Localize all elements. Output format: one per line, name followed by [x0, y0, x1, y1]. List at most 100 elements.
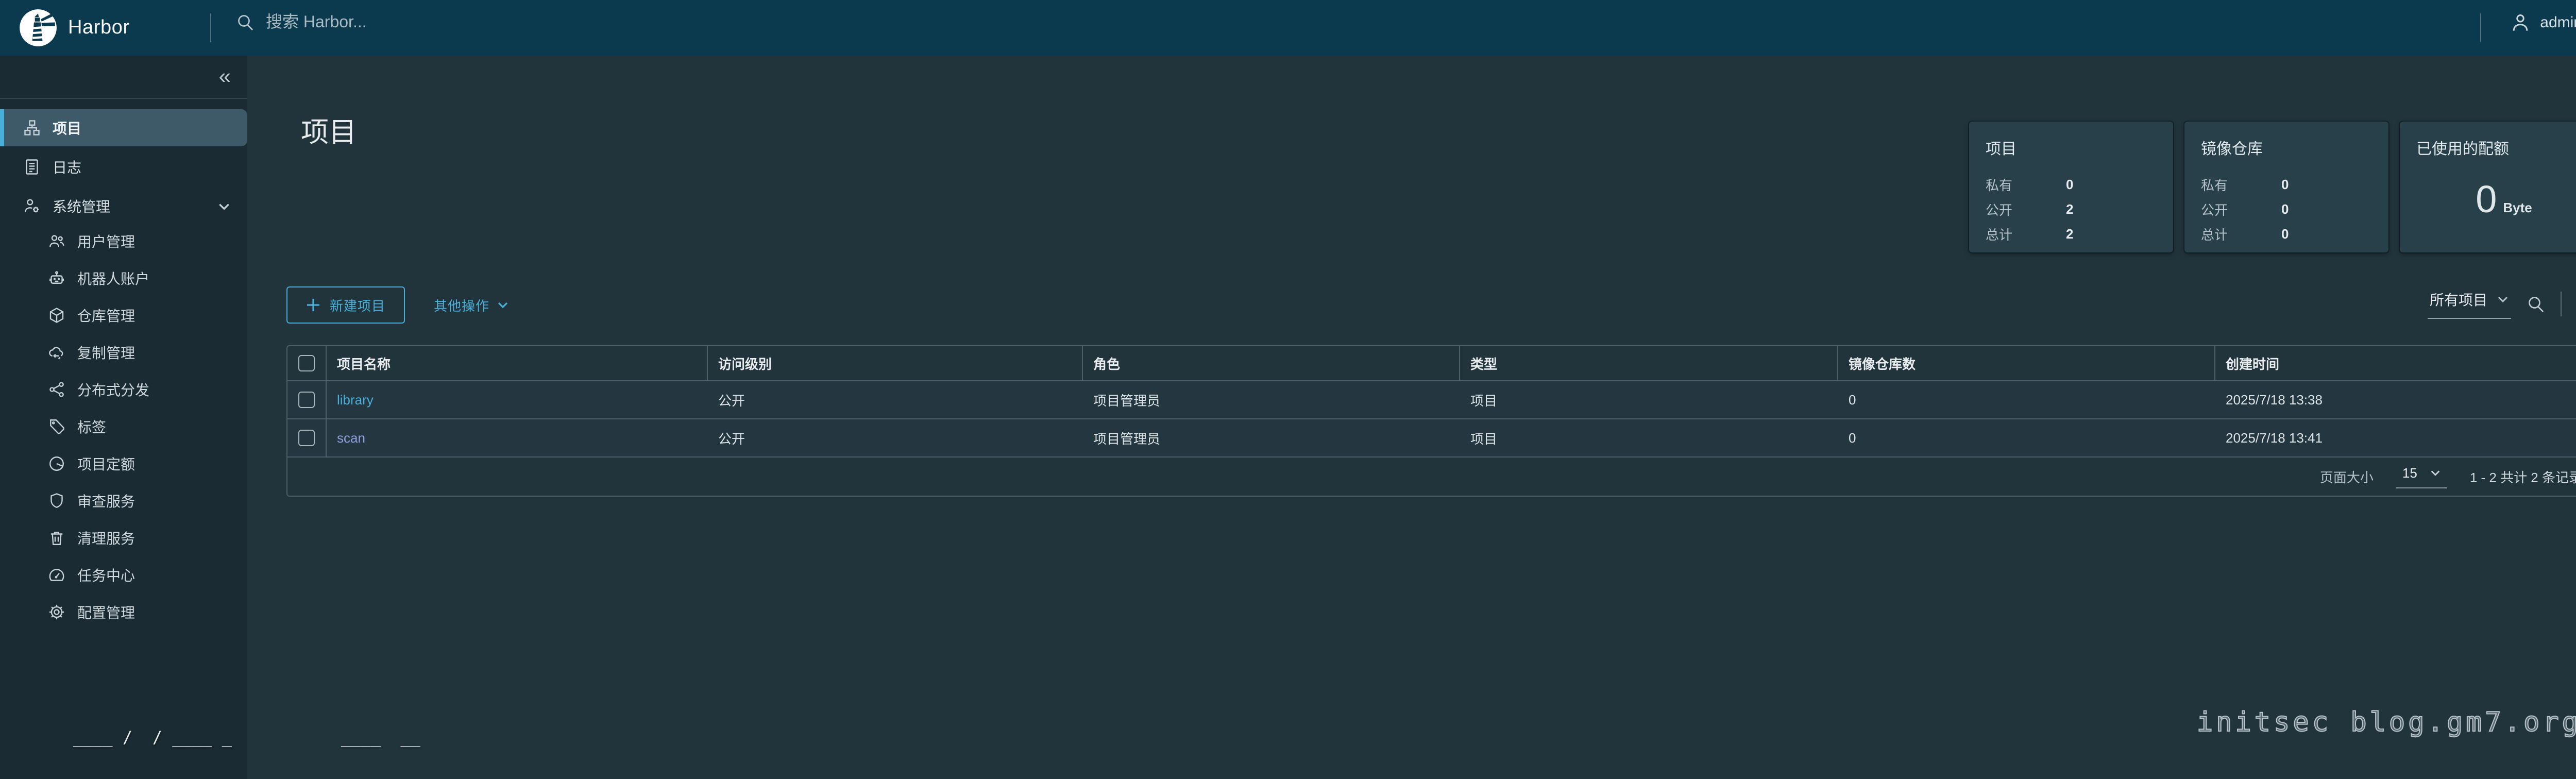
- quota-pie-icon: [47, 454, 66, 473]
- shield-icon: [47, 492, 66, 510]
- table-toolbar: 新建项目 其他操作: [286, 286, 509, 324]
- global-search: [235, 11, 956, 32]
- column-header-repo-count: 镜像仓库数: [1838, 346, 2215, 380]
- credit-watermark: initsec blog.gm7.org: [2197, 707, 2576, 738]
- sidebar-item-projects[interactable]: 项目: [0, 109, 247, 146]
- header-divider: [210, 13, 211, 42]
- repositories-stat-card: 镜像仓库 私有0 公开0 总计0: [2184, 122, 2388, 252]
- project-filter-dropdown[interactable]: 所有项目: [2428, 289, 2511, 319]
- cell-type: 项目: [1460, 381, 1838, 418]
- sidebar-collapse-button[interactable]: «: [219, 64, 231, 89]
- table-filter-controls: 所有项目: [2428, 289, 2576, 319]
- sidebar-item-project-quotas[interactable]: 项目定额: [0, 445, 247, 482]
- sidebar-item-garbage-collection[interactable]: 清理服务: [0, 519, 247, 556]
- sidebar-item-label: 分布式分发: [77, 379, 149, 400]
- user-menu[interactable]: admin: [2509, 11, 2576, 34]
- stat-value: 0: [2281, 226, 2289, 242]
- sidebar-item-interrogation-services[interactable]: 审查服务: [0, 482, 247, 519]
- plus-icon: [306, 298, 320, 312]
- sidebar-item-job-service-dashboard[interactable]: 任务中心: [0, 556, 247, 594]
- stat-value: 2: [2066, 226, 2073, 242]
- page-size-select[interactable]: 15: [2396, 465, 2447, 488]
- cell-repo-count: 0: [1838, 419, 2215, 456]
- gauge-icon: [47, 566, 66, 584]
- search-input[interactable]: [264, 11, 923, 32]
- sidebar-item-replications[interactable]: 复制管理: [0, 334, 247, 371]
- stat-label: 公开: [1986, 200, 2066, 219]
- username: admin: [2540, 14, 2576, 31]
- sidebar-item-label: 系统管理: [53, 196, 110, 216]
- sidebar-item-robot-accounts[interactable]: 机器人账户: [0, 260, 247, 297]
- card-title: 项目: [1986, 136, 2157, 159]
- column-header-access: 访问级别: [708, 346, 1083, 380]
- sidebar-item-configuration[interactable]: 配置管理: [0, 594, 247, 631]
- cell-access: 公开: [708, 381, 1083, 418]
- sidebar-divider: [0, 98, 247, 99]
- gear-icon: [47, 603, 66, 621]
- toolbar-divider: [2561, 292, 2562, 316]
- sidebar-item-label: 任务中心: [77, 565, 135, 585]
- sidebar-item-label: 复制管理: [77, 342, 135, 363]
- stat-label: 总计: [1986, 225, 2066, 244]
- sidebar-item-label: 标签: [77, 416, 106, 437]
- logs-icon: [23, 158, 41, 176]
- sidebar-item-administration[interactable]: 系统管理: [0, 188, 247, 225]
- table-row-library: library 公开 项目管理员 项目 0 2025/7/18 13:38: [287, 380, 2576, 418]
- sidebar-item-label: 机器人账户: [77, 268, 149, 289]
- column-header-type: 类型: [1460, 346, 1838, 380]
- stat-value: 0: [2066, 177, 2073, 193]
- project-filter-value: 所有项目: [2430, 289, 2487, 310]
- page-title: 项目: [301, 109, 357, 150]
- card-title: 已使用的配额: [2416, 136, 2576, 159]
- project-link[interactable]: scan: [337, 430, 365, 446]
- quota-value: 0: [2476, 177, 2497, 221]
- cell-role: 项目管理员: [1083, 419, 1460, 456]
- project-link[interactable]: library: [337, 392, 374, 408]
- registry-cube-icon: [47, 306, 66, 325]
- card-title: 镜像仓库: [2201, 136, 2372, 159]
- ascii-art-watermark: ____ / / ____ _ ____ __ ___/ / // / / / …: [13, 678, 430, 779]
- new-project-label: 新建项目: [330, 296, 385, 315]
- sidebar-item-logs[interactable]: 日志: [0, 148, 247, 185]
- table-footer: 页面大小 15 1 - 2 共计 2 条记录: [287, 456, 2576, 496]
- storage-quota-card: 已使用的配额 0 Byte: [2400, 122, 2576, 252]
- sidebar-item-labels[interactable]: 标签: [0, 408, 247, 445]
- row-checkbox[interactable]: [298, 392, 315, 408]
- tag-icon: [47, 417, 66, 436]
- sidebar-item-registries[interactable]: 仓库管理: [0, 297, 247, 334]
- robot-icon: [47, 269, 66, 287]
- new-project-button[interactable]: 新建项目: [286, 286, 405, 324]
- cell-type: 项目: [1460, 419, 1838, 456]
- cell-created: 2025/7/18 13:38: [2215, 381, 2576, 418]
- sidebar-item-label: 项目定额: [77, 453, 135, 474]
- sidebar-item-distribution[interactable]: 分布式分发: [0, 371, 247, 408]
- other-actions-label: 其他操作: [434, 296, 489, 315]
- select-all-checkbox[interactable]: [298, 355, 315, 371]
- page-size-label: 页面大小: [2320, 467, 2374, 486]
- sidebar-item-user-management[interactable]: 用户管理: [0, 223, 247, 260]
- trash-icon: [47, 529, 66, 547]
- header-divider-right: [2480, 13, 2481, 42]
- sidebar-item-label: 审查服务: [77, 490, 135, 511]
- harbor-logo-icon[interactable]: [19, 8, 58, 47]
- summary-cards: 项目 私有0 公开2 总计2 镜像仓库 私有0 公开0 总计0 已使用的配额 0…: [1969, 122, 2576, 252]
- column-header-created: 创建时间: [2215, 346, 2576, 380]
- other-actions-dropdown[interactable]: 其他操作: [434, 296, 509, 315]
- projects-icon: [23, 118, 41, 137]
- sidebar: « 项目 日志: [0, 56, 247, 779]
- sidebar-item-label: 用户管理: [77, 231, 135, 251]
- chevron-down-icon: [2430, 467, 2441, 479]
- column-header-name: 项目名称: [327, 346, 708, 380]
- table-search-button[interactable]: [2526, 294, 2546, 314]
- row-checkbox[interactable]: [298, 430, 315, 446]
- stat-label: 私有: [1986, 175, 2066, 194]
- column-header-role: 角色: [1083, 346, 1460, 380]
- user-icon: [2509, 11, 2532, 34]
- cell-access: 公开: [708, 419, 1083, 456]
- sidebar-nav: 项目 日志 系统管理: [0, 109, 247, 631]
- app-header: Harbor admin: [0, 0, 2576, 56]
- projects-table: 项目名称 访问级别 角色 类型 镜像仓库数 创建时间 library 公开 项目…: [286, 345, 2576, 497]
- chevron-down-icon: [217, 200, 231, 213]
- table-row-scan: scan 公开 项目管理员 项目 0 2025/7/18 13:41: [287, 418, 2576, 456]
- stat-label: 总计: [2201, 225, 2281, 244]
